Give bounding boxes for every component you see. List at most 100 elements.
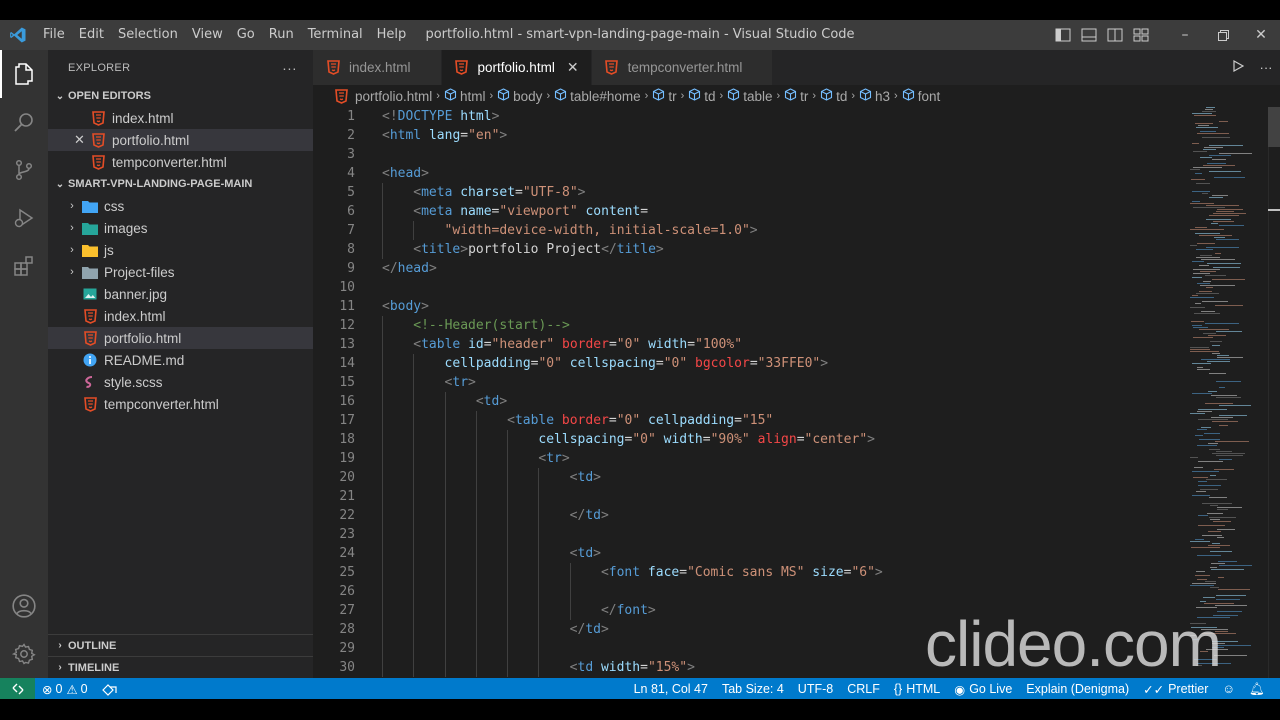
restore-button[interactable]	[1204, 20, 1242, 50]
prettier-button[interactable]: ✓✓ Prettier	[1136, 682, 1215, 697]
folder-label: js	[104, 242, 114, 258]
go-live-button[interactable]: ◉ Go Live	[947, 682, 1019, 697]
toggle-secondary-sidebar-icon[interactable]	[1102, 20, 1128, 50]
code-token: "0"	[632, 432, 656, 447]
minimap[interactable]	[1188, 107, 1268, 678]
indent-guide	[569, 601, 571, 620]
breadcrumb-item[interactable]: font	[902, 88, 940, 104]
menu-run[interactable]: Run	[262, 20, 301, 50]
tab-tempconverter-html[interactable]: tempconverter.html	[591, 50, 774, 85]
code-line: 12 <!--Header(start)-->	[313, 316, 1280, 335]
code-editor[interactable]: 1 <!DOCTYPE html> 2 <html lang="en"> 3 4 <head…	[313, 107, 1280, 678]
close-window-button[interactable]: ✕	[1242, 20, 1280, 50]
problems-indicator[interactable]: ⊗ 0 ⚠ 0	[35, 682, 95, 697]
account-icon[interactable]	[0, 582, 48, 630]
menu-view[interactable]: View	[185, 20, 230, 50]
scrollbar-thumb[interactable]	[1268, 107, 1280, 147]
open-editors-section[interactable]: ⌄ OPEN EDITORS	[48, 85, 313, 107]
menu-selection[interactable]: Selection	[111, 20, 185, 50]
tab-index-html[interactable]: index.html	[313, 50, 442, 85]
outline-section[interactable]: › OUTLINE	[48, 634, 313, 656]
minimap-line	[1195, 233, 1220, 234]
menu-edit[interactable]: Edit	[72, 20, 111, 50]
menu-go[interactable]: Go	[230, 20, 262, 50]
menu-help[interactable]: Help	[370, 20, 414, 50]
code-text: <!DOCTYPE html>	[382, 107, 499, 126]
toggle-panel-icon[interactable]	[1076, 20, 1102, 50]
end-of-line[interactable]: CRLF	[840, 682, 887, 696]
breadcrumb-item[interactable]: td	[688, 88, 716, 104]
explorer-icon[interactable]	[0, 50, 48, 98]
indent-guide	[538, 658, 540, 677]
project-section[interactable]: ⌄ SMART-VPN-LANDING-PAGE-MAIN	[48, 173, 313, 195]
minimize-button[interactable]: –	[1166, 20, 1204, 50]
file-item[interactable]: index.html	[48, 305, 313, 327]
menu-file[interactable]: File	[36, 20, 72, 50]
breadcrumb-item[interactable]: body	[497, 88, 542, 104]
file-item[interactable]: README.md	[48, 349, 313, 371]
file-item[interactable]: portfolio.html	[48, 327, 313, 349]
breadcrumb-item[interactable]: td	[820, 88, 847, 104]
tab-portfolio-html[interactable]: portfolio.html ✕	[441, 50, 592, 85]
minimap-line	[1205, 581, 1216, 582]
more-tab-actions-button[interactable]: ···	[1252, 60, 1280, 75]
breadcrumb-item[interactable]: h3	[859, 88, 890, 104]
run-debug-icon[interactable]	[0, 194, 48, 242]
folder-item[interactable]: › images	[48, 217, 313, 239]
folder-item[interactable]: › css	[48, 195, 313, 217]
open-editor-item[interactable]: ✕ portfolio.html	[48, 129, 313, 151]
breadcrumb-item[interactable]: html	[444, 88, 486, 104]
breadcrumb-item[interactable]: tr	[784, 88, 808, 104]
toggle-sidebar-icon[interactable]	[1050, 20, 1076, 50]
settings-gear-icon[interactable]	[0, 630, 48, 678]
vertical-scrollbar[interactable]	[1268, 107, 1280, 678]
breadcrumb-item[interactable]: table	[727, 88, 772, 104]
indent-guide	[382, 468, 383, 487]
feedback-icon[interactable]: ☺	[1215, 682, 1242, 696]
timeline-section[interactable]: › TIMELINE	[48, 656, 313, 678]
source-control-icon[interactable]	[0, 146, 48, 194]
folder-item[interactable]: › Project-files	[48, 261, 313, 283]
notifications-bell-icon[interactable]: 🔔︎	[1242, 682, 1272, 697]
code-text: </head>	[382, 259, 437, 278]
breadcrumb-item[interactable]: table#home	[554, 88, 641, 104]
breadcrumb-label: h3	[875, 88, 891, 104]
file-item[interactable]: banner.jpg	[48, 283, 313, 305]
breadcrumb-label: tr	[668, 88, 677, 104]
cursor-position[interactable]: Ln 81, Col 47	[627, 682, 715, 696]
code-line: 20 <td>	[313, 468, 1280, 487]
run-file-icon[interactable]	[1224, 59, 1252, 75]
code-token: td	[577, 660, 594, 675]
code-token: "center"	[804, 432, 868, 447]
customize-layout-icon[interactable]	[1128, 20, 1154, 50]
more-actions-button[interactable]: ···	[282, 60, 297, 76]
minimap-line	[1216, 211, 1234, 212]
file-item[interactable]: tempconverter.html	[48, 393, 313, 415]
live-share-icon[interactable]	[95, 683, 124, 696]
indent-guide	[413, 373, 415, 392]
code-token: =	[679, 565, 688, 580]
activity-bar	[0, 50, 48, 678]
minimap-line	[1197, 555, 1221, 556]
language-mode[interactable]: {} HTML	[887, 682, 947, 696]
search-icon[interactable]	[0, 98, 48, 146]
encoding[interactable]: UTF-8	[791, 682, 840, 696]
breadcrumb-label: html	[459, 88, 486, 104]
minimap-line	[1193, 337, 1213, 338]
tab-size[interactable]: Tab Size: 4	[715, 682, 791, 696]
open-editor-item[interactable]: tempconverter.html	[48, 151, 313, 173]
open-editor-item[interactable]: index.html	[48, 107, 313, 129]
remote-indicator-icon[interactable]	[0, 678, 35, 700]
breadcrumb-item[interactable]: portfolio.html	[333, 88, 432, 104]
breadcrumb-item[interactable]: tr	[652, 88, 677, 104]
close-tab-icon[interactable]: ✕	[567, 59, 579, 76]
extensions-icon[interactable]	[0, 242, 48, 290]
file-item[interactable]: style.scss	[48, 371, 313, 393]
folder-item[interactable]: › js	[48, 239, 313, 261]
indent-guide	[413, 468, 415, 487]
explain-denigma-button[interactable]: Explain (Denigma)	[1019, 682, 1136, 696]
code-line: 3	[313, 145, 1280, 164]
close-icon[interactable]: ✕	[74, 132, 85, 148]
code-line: 6 <meta name="viewport" content=	[313, 202, 1280, 221]
menu-terminal[interactable]: Terminal	[301, 20, 370, 50]
